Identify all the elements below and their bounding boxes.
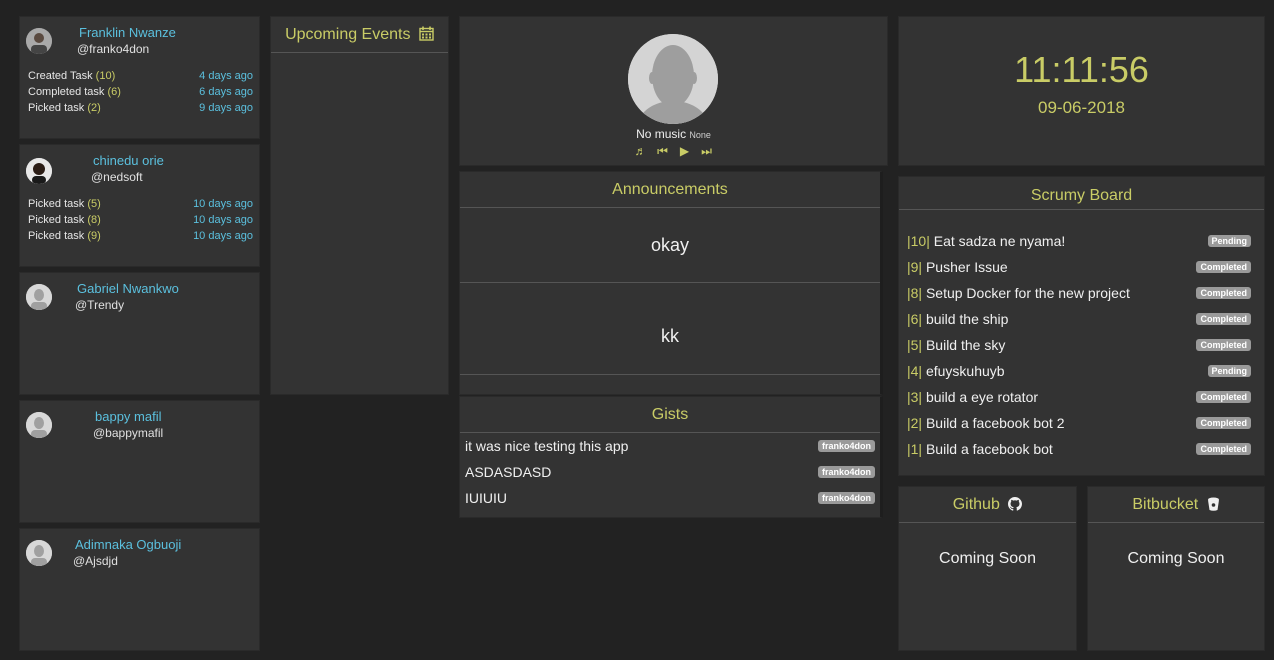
author-badge: franko4don bbox=[817, 492, 875, 504]
github-title: Github bbox=[952, 496, 1000, 513]
avatar[interactable] bbox=[26, 28, 52, 54]
task-item[interactable]: |10| Eat sadza ne nyama! Pending bbox=[907, 228, 1251, 254]
activity-row: Picked task (2) 9 days ago bbox=[28, 102, 253, 114]
upcoming-events-header: Upcoming Events bbox=[271, 17, 448, 53]
user-handle: @Trendy bbox=[75, 298, 125, 312]
upcoming-events-title: Upcoming Events bbox=[285, 26, 411, 43]
author-badge: franko4don bbox=[817, 466, 875, 478]
task-list: |10| Eat sadza ne nyama! Pending |9| Push… bbox=[899, 210, 1264, 462]
status-badge: Pending bbox=[1207, 365, 1251, 377]
avatar[interactable] bbox=[26, 284, 52, 310]
activity-row: Picked task (5) 10 days ago bbox=[28, 198, 253, 210]
calendar-icon[interactable] bbox=[419, 19, 434, 54]
task-item[interactable]: |4| efuyskuhuyb Pending bbox=[907, 358, 1251, 384]
user-handle: @nedsoft bbox=[91, 170, 143, 184]
github-status: Coming Soon bbox=[939, 550, 1036, 567]
status-badge: Completed bbox=[1196, 287, 1251, 299]
user-name[interactable]: Gabriel Nwankwo bbox=[77, 281, 179, 296]
user-name[interactable]: Adimnaka Ogbuoji bbox=[75, 537, 181, 552]
user-handle: @franko4don bbox=[77, 42, 150, 56]
bitbucket-panel: Bitbucket Coming Soon bbox=[1087, 486, 1265, 651]
gist-item[interactable]: it was nice testing this app franko4don bbox=[460, 433, 880, 459]
play-icon[interactable]: ▶ bbox=[678, 144, 691, 159]
music-title: No music None bbox=[636, 127, 711, 141]
bitbucket-header: Bitbucket bbox=[1088, 487, 1264, 523]
activity-row: Created Task (10) 4 days ago bbox=[28, 70, 253, 82]
author-badge: franko4don bbox=[817, 440, 875, 452]
music-player: No music None ♬ ⏮ ▶ ⏭ bbox=[459, 16, 888, 166]
status-badge: Completed bbox=[1196, 339, 1251, 351]
announcement-item: kk bbox=[460, 283, 880, 375]
bitbucket-icon[interactable] bbox=[1207, 489, 1220, 524]
github-header: Github bbox=[899, 487, 1076, 523]
activity-row: Completed task (6) 6 days ago bbox=[28, 86, 253, 98]
next-icon[interactable]: ⏭ bbox=[700, 144, 713, 159]
bitbucket-title: Bitbucket bbox=[1132, 496, 1199, 513]
status-badge: Completed bbox=[1196, 313, 1251, 325]
status-badge: Completed bbox=[1196, 261, 1251, 273]
task-item[interactable]: |6| build the ship Completed bbox=[907, 306, 1251, 332]
task-item[interactable]: |8| Setup Docker for the new project Comp… bbox=[907, 280, 1251, 306]
user-name[interactable]: chinedu orie bbox=[93, 153, 164, 168]
gist-item[interactable]: ASDASDASD franko4don bbox=[460, 459, 880, 485]
announcement-item: okay bbox=[460, 208, 880, 283]
task-item[interactable]: |1| Build a facebook bot Completed bbox=[907, 436, 1251, 462]
user-card: Franklin Nwanze @franko4don Created Task… bbox=[19, 16, 260, 139]
music-controls: ♬ ⏮ ▶ ⏭ bbox=[460, 144, 887, 159]
announcements-panel: Announcements okay kk bbox=[459, 171, 883, 395]
album-art bbox=[628, 34, 718, 124]
task-item[interactable]: |5| Build the sky Completed bbox=[907, 332, 1251, 358]
avatar[interactable] bbox=[26, 158, 52, 184]
clock-time: 11:11:56 bbox=[1014, 49, 1149, 90]
upcoming-events-panel: Upcoming Events bbox=[270, 16, 449, 395]
scrumy-board-title: Scrumy Board bbox=[899, 177, 1264, 210]
status-badge: Completed bbox=[1196, 391, 1251, 403]
activity-list: Created Task (10) 4 days ago Completed ta… bbox=[28, 68, 253, 116]
announcements-title: Announcements bbox=[460, 172, 880, 208]
previous-icon[interactable]: ⏮ bbox=[656, 144, 669, 159]
task-item[interactable]: |3| build a eye rotator Completed bbox=[907, 384, 1251, 410]
activity-list: Picked task (5) 10 days ago Picked task (… bbox=[28, 196, 253, 244]
github-panel: Github Coming Soon bbox=[898, 486, 1077, 651]
user-card: bappy mafil @bappymafil bbox=[19, 400, 260, 523]
user-card: chinedu orie @nedsoft Picked task (5) 10 … bbox=[19, 144, 260, 267]
gists-panel: Gists it was nice testing this app franko… bbox=[459, 396, 883, 518]
user-card: Gabriel Nwankwo @Trendy bbox=[19, 272, 260, 395]
task-item[interactable]: |2| Build a facebook bot 2 Completed bbox=[907, 410, 1251, 436]
user-card: Adimnaka Ogbuoji @Ajsdjd bbox=[19, 528, 260, 651]
activity-row: Picked task (8) 10 days ago bbox=[28, 214, 253, 226]
user-handle: @bappymafil bbox=[93, 426, 164, 440]
scrumy-board-panel: Scrumy Board |10| Eat sadza ne nyama! Pen… bbox=[898, 176, 1265, 476]
avatar[interactable] bbox=[26, 412, 52, 438]
avatar[interactable] bbox=[26, 540, 52, 566]
status-badge: Completed bbox=[1196, 443, 1251, 455]
gists-title: Gists bbox=[460, 397, 880, 433]
user-handle: @Ajsdjd bbox=[73, 554, 118, 568]
music-artist: None bbox=[689, 130, 711, 140]
bitbucket-status: Coming Soon bbox=[1127, 550, 1225, 567]
music-note-icon[interactable]: ♬ bbox=[634, 144, 647, 159]
clock-date: 09-06-2018 bbox=[1038, 98, 1125, 117]
task-item[interactable]: |9| Pusher Issue Completed bbox=[907, 254, 1251, 280]
status-badge: Pending bbox=[1207, 235, 1251, 247]
user-name[interactable]: Franklin Nwanze bbox=[79, 25, 176, 40]
activity-row: Picked task (9) 10 days ago bbox=[28, 230, 253, 242]
status-badge: Completed bbox=[1196, 417, 1251, 429]
user-name[interactable]: bappy mafil bbox=[95, 409, 161, 424]
github-icon[interactable] bbox=[1008, 489, 1023, 524]
clock-panel: 11:11:56 09-06-2018 bbox=[898, 16, 1265, 166]
gist-item[interactable]: IUIUIU franko4don bbox=[460, 485, 880, 511]
